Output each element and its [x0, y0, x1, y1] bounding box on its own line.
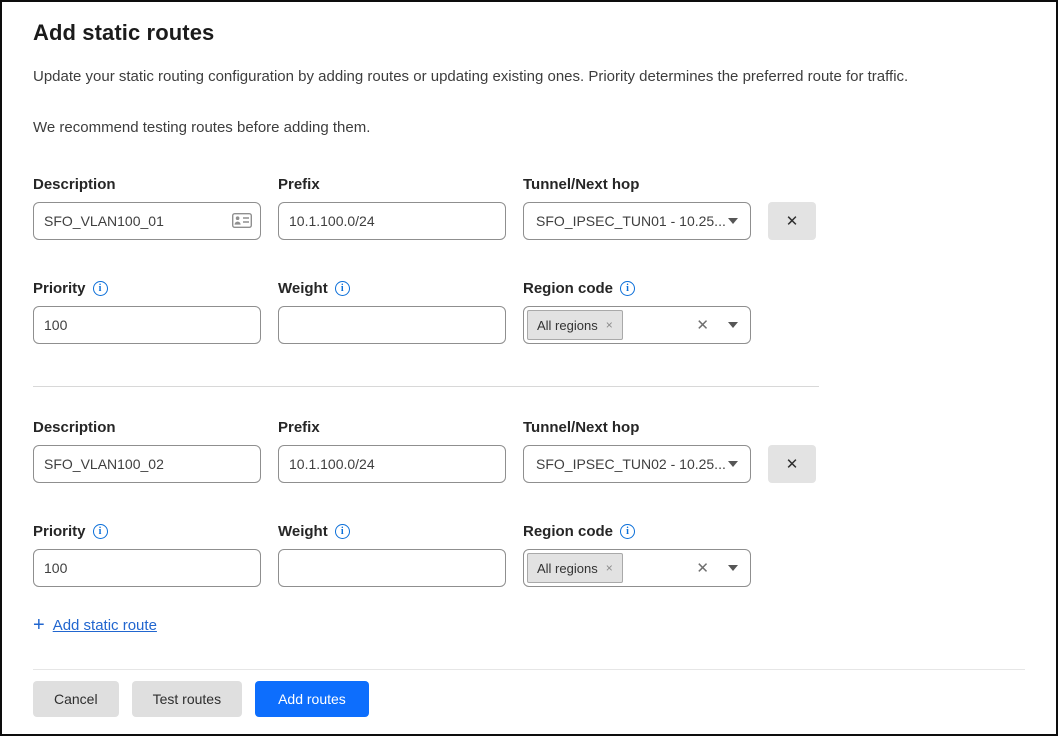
intro-text-2: We recommend testing routes before addin… — [33, 117, 1025, 138]
route-2-weight-field: Weight i — [278, 521, 506, 587]
prefix-label: Prefix — [278, 174, 506, 194]
intro-text-1: Update your static routing configuration… — [33, 66, 1025, 87]
route-1-tunnel-field: Tunnel/Next hop SFO_IPSEC_TUN01 - 10.25.… — [523, 174, 751, 240]
test-routes-button[interactable]: Test routes — [132, 681, 242, 717]
cancel-button[interactable]: Cancel — [33, 681, 119, 717]
info-icon[interactable]: i — [335, 524, 350, 539]
chevron-down-icon — [728, 218, 738, 224]
route-divider — [33, 386, 819, 387]
region-multiselect[interactable]: All regions × ✕ — [523, 306, 751, 344]
route-1-options-row: Priority i Weight i Region code i All re… — [33, 278, 1025, 344]
region-chip-label: All regions — [537, 561, 598, 576]
chevron-down-icon — [728, 322, 738, 328]
info-icon[interactable]: i — [335, 281, 350, 296]
priority-input[interactable] — [33, 306, 261, 344]
info-icon[interactable]: i — [93, 281, 108, 296]
region-multiselect[interactable]: All regions × ✕ — [523, 549, 751, 587]
region-chip: All regions × — [527, 310, 623, 340]
clear-selection-icon[interactable]: ✕ — [696, 559, 709, 577]
route-2-options-row: Priority i Weight i Region code i All re… — [33, 521, 1025, 587]
tunnel-selected-value: SFO_IPSEC_TUN02 - 10.25... — [536, 456, 726, 472]
description-input[interactable] — [33, 445, 261, 483]
add-static-route-link[interactable]: + Add static route — [33, 615, 157, 635]
route-1-description-field: Description — [33, 174, 261, 240]
priority-label: Priority — [33, 280, 86, 297]
tunnel-label: Tunnel/Next hop — [523, 174, 751, 194]
prefix-input[interactable] — [278, 445, 506, 483]
route-1-prefix-field: Prefix — [278, 174, 506, 240]
remove-route-button[interactable]: ✕ — [768, 445, 816, 483]
route-1-region-field: Region code i All regions × ✕ — [523, 278, 751, 344]
weight-input[interactable] — [278, 549, 506, 587]
route-2-description-field: Description — [33, 417, 261, 483]
info-icon[interactable]: i — [620, 281, 635, 296]
add-static-routes-panel: Add static routes Update your static rou… — [2, 2, 1056, 717]
tunnel-label: Tunnel/Next hop — [523, 417, 751, 437]
route-2-prefix-field: Prefix — [278, 417, 506, 483]
route-2-main-row: Description Prefix Tunnel/Next hop SFO_I… — [33, 417, 1025, 483]
chevron-down-icon — [728, 461, 738, 467]
chevron-down-icon — [728, 565, 738, 571]
chip-remove-icon[interactable]: × — [606, 318, 613, 332]
region-code-label: Region code — [523, 523, 613, 540]
region-chip-label: All regions — [537, 318, 598, 333]
chip-remove-icon[interactable]: × — [606, 561, 613, 575]
weight-label: Weight — [278, 523, 328, 540]
info-icon[interactable]: i — [620, 524, 635, 539]
priority-input[interactable] — [33, 549, 261, 587]
route-2-priority-field: Priority i — [33, 521, 261, 587]
tunnel-selected-value: SFO_IPSEC_TUN01 - 10.25... — [536, 213, 726, 229]
description-input[interactable] — [33, 202, 261, 240]
weight-label: Weight — [278, 280, 328, 297]
region-chip: All regions × — [527, 553, 623, 583]
add-static-route-label: Add static route — [53, 617, 157, 634]
tunnel-select[interactable]: SFO_IPSEC_TUN01 - 10.25... — [523, 202, 751, 240]
route-2-region-field: Region code i All regions × ✕ — [523, 521, 751, 587]
route-1-main-row: Description Prefix Tunnel/Next ho — [33, 174, 1025, 240]
description-label: Description — [33, 417, 261, 437]
weight-input[interactable] — [278, 306, 506, 344]
prefix-input[interactable] — [278, 202, 506, 240]
priority-label: Priority — [33, 523, 86, 540]
info-icon[interactable]: i — [93, 524, 108, 539]
route-1-priority-field: Priority i — [33, 278, 261, 344]
page-title: Add static routes — [33, 20, 1025, 46]
route-1-weight-field: Weight i — [278, 278, 506, 344]
description-label: Description — [33, 174, 261, 194]
add-routes-button[interactable]: Add routes — [255, 681, 369, 717]
plus-icon: + — [33, 615, 45, 635]
footer-action-bar: Cancel Test routes Add routes — [33, 669, 1025, 717]
prefix-label: Prefix — [278, 417, 506, 437]
region-code-label: Region code — [523, 280, 613, 297]
route-2-tunnel-field: Tunnel/Next hop SFO_IPSEC_TUN02 - 10.25.… — [523, 417, 751, 483]
remove-route-button[interactable]: ✕ — [768, 202, 816, 240]
clear-selection-icon[interactable]: ✕ — [696, 316, 709, 334]
tunnel-select[interactable]: SFO_IPSEC_TUN02 - 10.25... — [523, 445, 751, 483]
contact-card-icon — [232, 213, 252, 228]
